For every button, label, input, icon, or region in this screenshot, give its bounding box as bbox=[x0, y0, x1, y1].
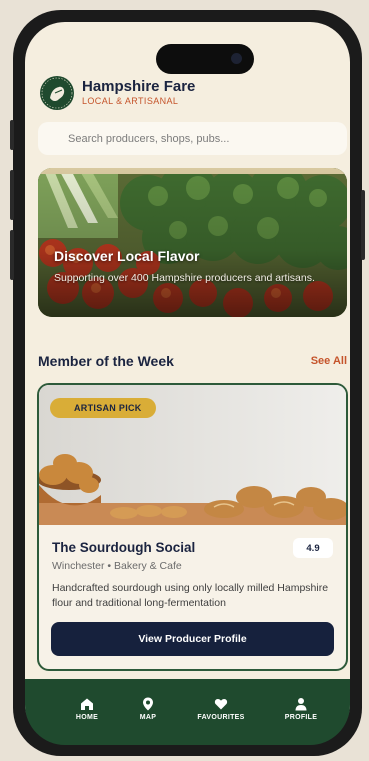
brand-title: Hampshire Fare bbox=[82, 78, 196, 95]
view-profile-button[interactable]: View Producer Profile bbox=[51, 622, 334, 656]
power-button bbox=[361, 190, 365, 260]
brand-subtitle: LOCAL & ARTISANAL bbox=[82, 96, 179, 106]
member-card[interactable]: ARTISAN PICK The Sourdough Social 4.9 Wi… bbox=[37, 383, 348, 671]
hero-title: Discover Local Flavor bbox=[54, 248, 200, 264]
nav-home[interactable]: HOME bbox=[57, 697, 117, 721]
nav-map[interactable]: MAP bbox=[118, 697, 178, 721]
home-icon bbox=[81, 698, 93, 710]
nav-favourites-label: FAVOURITES bbox=[197, 714, 245, 721]
map-pin-icon bbox=[143, 697, 153, 711]
search-placeholder: Search producers, shops, pubs... bbox=[68, 132, 230, 145]
nav-profile[interactable]: PROFILE bbox=[271, 697, 331, 721]
nav-home-label: HOME bbox=[75, 714, 99, 721]
heart-icon bbox=[214, 698, 228, 710]
vegetables-image bbox=[38, 168, 347, 317]
camera-icon bbox=[231, 53, 242, 64]
brand-logo-icon bbox=[40, 76, 74, 110]
artisan-pick-badge: ARTISAN PICK bbox=[50, 398, 156, 418]
bottom-nav: HOME MAP FAVOURITES PROFILE bbox=[25, 679, 350, 745]
section-title: Member of the Week bbox=[38, 353, 174, 369]
producer-meta: Winchester • Bakery & Cafe bbox=[52, 560, 182, 572]
volume-up-button bbox=[10, 170, 14, 220]
nav-favourites[interactable]: FAVOURITES bbox=[191, 697, 251, 721]
hero-description: Supporting over 400 Hampshire producers … bbox=[54, 272, 315, 284]
volume-down-button bbox=[10, 230, 14, 280]
search-input[interactable]: Search producers, shops, pubs... bbox=[38, 122, 347, 155]
nav-map-label: MAP bbox=[139, 714, 157, 721]
rating-badge: 4.9 bbox=[293, 538, 333, 558]
producer-name: The Sourdough Social bbox=[52, 540, 196, 555]
hero-banner[interactable]: Discover Local Flavor Supporting over 40… bbox=[38, 168, 347, 317]
see-all-link[interactable]: See All bbox=[311, 355, 347, 367]
brand-header: Hampshire Fare LOCAL & ARTISANAL bbox=[40, 76, 195, 110]
mute-switch bbox=[10, 120, 14, 150]
user-icon bbox=[295, 698, 307, 711]
dynamic-island bbox=[156, 44, 254, 74]
nav-profile-label: PROFILE bbox=[284, 714, 318, 721]
producer-description: Handcrafted sourdough using only locally… bbox=[52, 582, 329, 609]
